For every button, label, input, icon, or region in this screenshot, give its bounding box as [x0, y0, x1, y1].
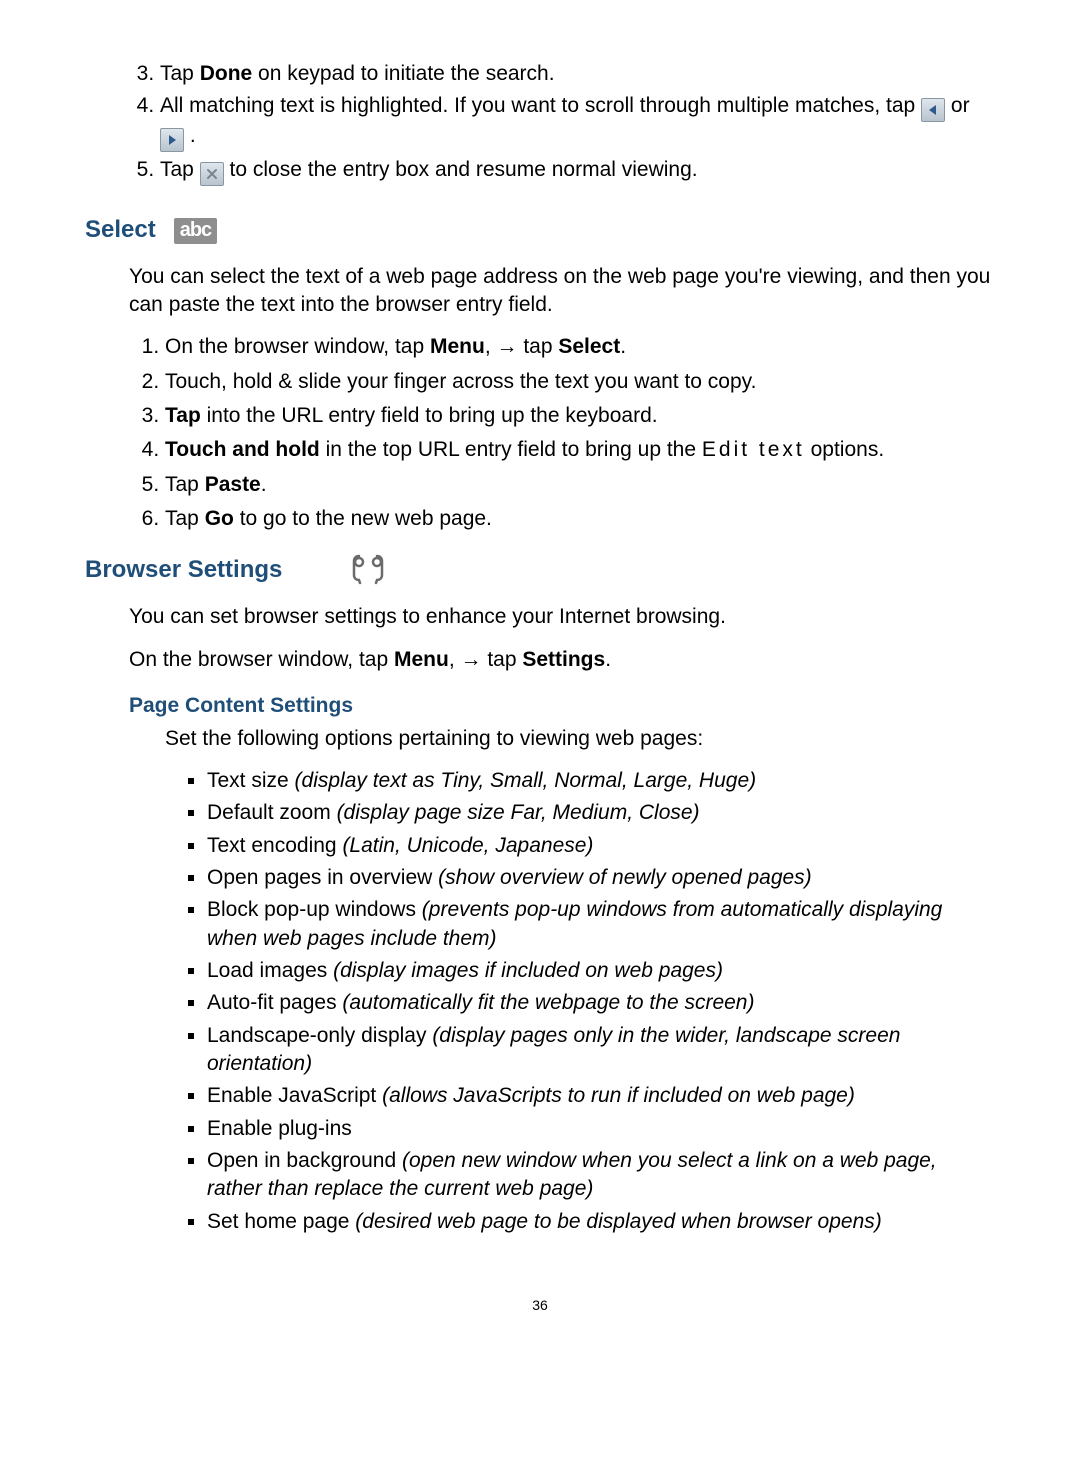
pcs-bullet: Enable plug-ins: [207, 1115, 995, 1143]
browser-nav-line: On the browser window, tap Menu, → tap S…: [129, 646, 995, 674]
pcs-bullet: Auto-fit pages (automatically fit the we…: [207, 989, 995, 1017]
pcs-bullet: Open in background (open new window when…: [207, 1147, 995, 1204]
select-step-1: On the browser window, tap Menu, → tap S…: [165, 333, 995, 361]
wrench-icon: [350, 553, 386, 587]
select-step-3: Tap into the URL entry field to bring up…: [165, 402, 995, 430]
pcs-bullet: Landscape-only display (display pages on…: [207, 1022, 995, 1079]
next-match-icon: [160, 128, 184, 152]
pcs-bullet: Open pages in overview (show overview of…: [207, 864, 995, 892]
browser-settings-heading: Browser Settings: [85, 553, 995, 587]
page-content-settings-heading: Page Content Settings: [129, 692, 995, 720]
select-step-4: Touch and hold in the top URL entry fiel…: [165, 436, 995, 464]
abc-icon: abc: [174, 218, 217, 244]
step-3: Tap Done on keypad to initiate the searc…: [160, 60, 995, 88]
pcs-bullet: Default zoom (display page size Far, Med…: [207, 799, 995, 827]
search-steps-continued: Tap Done on keypad to initiate the searc…: [85, 60, 995, 186]
select-step-5: Tap Paste.: [165, 471, 995, 499]
browser-intro: You can set browser settings to enhance …: [129, 603, 995, 631]
close-icon: [200, 162, 224, 186]
pcs-bullet: Load images (display images if included …: [207, 957, 995, 985]
step-5: Tap to close the entry box and resume no…: [160, 156, 995, 186]
page-number: 36: [85, 1296, 995, 1315]
select-step-2: Touch, hold & slide your finger across t…: [165, 368, 995, 396]
pcs-bullet: Set home page (desired web page to be di…: [207, 1208, 995, 1236]
select-step-6: Tap Go to go to the new web page.: [165, 505, 995, 533]
step-4: All matching text is highlighted. If you…: [160, 92, 995, 152]
pcs-bullet: Text size (display text as Tiny, Small, …: [207, 767, 995, 795]
select-heading: Select abc: [85, 214, 995, 246]
select-intro: You can select the text of a web page ad…: [129, 263, 995, 320]
pcs-bullet: Text encoding (Latin, Unicode, Japanese): [207, 832, 995, 860]
pcs-bullets: Text size (display text as Tiny, Small, …: [85, 767, 995, 1236]
select-steps: On the browser window, tap Menu, → tap S…: [85, 333, 995, 533]
prev-match-icon: [921, 98, 945, 122]
pcs-bullet: Enable JavaScript (allows JavaScripts to…: [207, 1082, 995, 1110]
pcs-bullet: Block pop-up windows (prevents pop-up wi…: [207, 896, 995, 953]
pcs-intro: Set the following options pertaining to …: [165, 725, 995, 753]
